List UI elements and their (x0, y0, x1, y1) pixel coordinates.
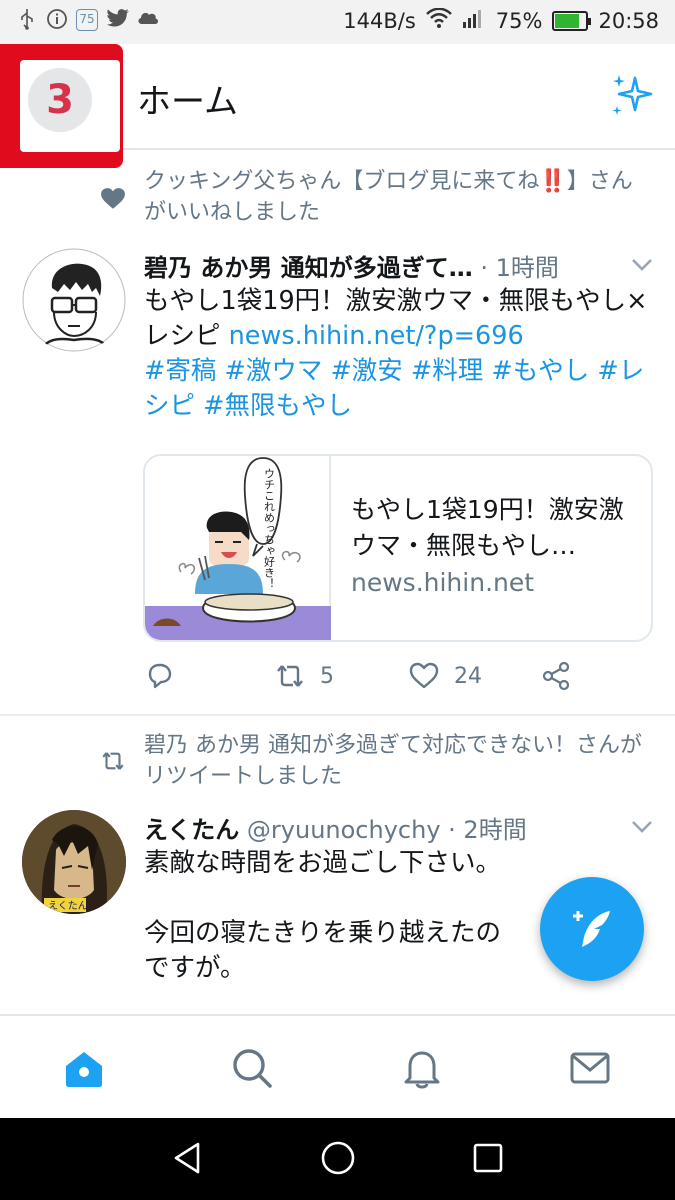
tweet-hashtags[interactable]: #寄稿 #激ウマ #激安 #料理 #もやし #レシピ #無限もやし (144, 356, 644, 421)
recents-icon[interactable] (470, 1140, 506, 1176)
profile-avatar-highlight[interactable]: 3 (0, 44, 123, 168)
signal-icon (462, 8, 486, 33)
retweet-icon (102, 752, 124, 770)
speech-bubble-text: ウチこれめっちゃ好き！ (263, 468, 276, 589)
card-title: もやし1袋19円！激安激ウマ・無限もやし… (351, 495, 624, 560)
like-icon (409, 662, 439, 689)
tweet-avatar[interactable] (22, 248, 126, 352)
back-icon[interactable] (170, 1140, 206, 1176)
display-name[interactable]: えくたん (144, 816, 239, 844)
home-icon[interactable] (62, 1046, 106, 1090)
usb-icon (16, 8, 38, 32)
link-card[interactable]: ウチこれめっちゃ好き！ もやし1袋19円！激安激ウマ・無限もやし… news.h (143, 454, 653, 642)
tweet-link[interactable]: news.hihin.net/?p=696 (229, 321, 524, 351)
share-button[interactable] (540, 660, 572, 692)
compose-feather-icon (573, 911, 610, 947)
compose-tweet-button[interactable] (540, 877, 644, 981)
clock: 20:58 (598, 8, 659, 33)
avatar-container: 3 (20, 60, 120, 152)
twitter-bird-icon (106, 8, 129, 32)
tweet-actions: 5 24 (144, 660, 604, 700)
battery-icon (552, 10, 592, 31)
battery-percent: 75% (495, 8, 543, 33)
reply-button[interactable] (144, 660, 176, 692)
display-name[interactable]: 碧乃 あか男 通知が多過ぎて… (144, 254, 473, 282)
social-context: 碧乃 あか男 通知が多過ぎて対応できない！さんがリツイートしました (144, 733, 642, 789)
notifications-icon[interactable] (400, 1046, 444, 1090)
avatar[interactable]: 3 (28, 68, 92, 132)
share-icon (542, 661, 570, 691)
wifi-icon (425, 7, 452, 33)
reply-icon (148, 663, 172, 689)
retweet-icon (277, 665, 303, 687)
card-domain: news.hihin.net (351, 568, 535, 597)
heart-icon (101, 188, 125, 209)
chevron-down-icon[interactable] (631, 258, 653, 272)
page-title: ホーム (137, 82, 238, 122)
status-right: 144B/s 75% 20:58 (343, 7, 659, 33)
app-badge-icon: 75 (76, 9, 98, 31)
tweet-time: · 1時間 (480, 254, 559, 282)
like-count: 24 (454, 663, 482, 689)
home-circle-icon[interactable] (320, 1140, 356, 1176)
social-context: クッキング父ちゃん【ブログ見に来てね‼️】さんがいいねしました (144, 169, 633, 225)
tweet-time: · 2時間 (448, 816, 527, 844)
tweet-header: えくたん @ryuunochychy · 2時間 (144, 810, 527, 845)
like-button[interactable]: 24 (408, 660, 482, 692)
search-icon[interactable] (230, 1046, 274, 1090)
tweet-avatar[interactable]: えくたん (22, 810, 126, 914)
cloud-icon (136, 8, 159, 32)
android-nav-bar (0, 1118, 675, 1200)
tweet[interactable]: クッキング父ちゃん【ブログ見に来てね‼️】さんがいいねしました 碧乃 あか男 通… (0, 152, 675, 716)
retweet-count: 5 (320, 663, 334, 689)
info-icon (46, 8, 68, 32)
retweet-button[interactable]: 5 (274, 660, 334, 692)
status-bar: 75 144B/s 75% 20:58 (0, 0, 675, 44)
status-left-icons: 75 (16, 8, 159, 32)
bottom-tab-bar (0, 1014, 675, 1118)
messages-icon[interactable] (568, 1046, 612, 1090)
tweet-text: もやし1袋19円！激安激ウマ・無限もやし×レシピ news.hihin.net/… (144, 284, 649, 424)
sparkle-icon[interactable] (607, 72, 655, 120)
network-speed: 144B/s (343, 8, 416, 33)
avatar-caption: えくたん (48, 900, 88, 912)
tweet-text-line: 素敵な時間をお過ごし下さい。 (144, 848, 502, 878)
chevron-down-icon[interactable] (631, 820, 653, 834)
handle[interactable]: @ryuunochychy (247, 816, 441, 844)
card-thumbnail: ウチこれめっちゃ好き！ (145, 456, 331, 640)
tweet-header: 碧乃 あか男 通知が多過ぎて… · 1時間 (144, 248, 559, 283)
top-app-bar: 3 ホーム (0, 44, 675, 168)
